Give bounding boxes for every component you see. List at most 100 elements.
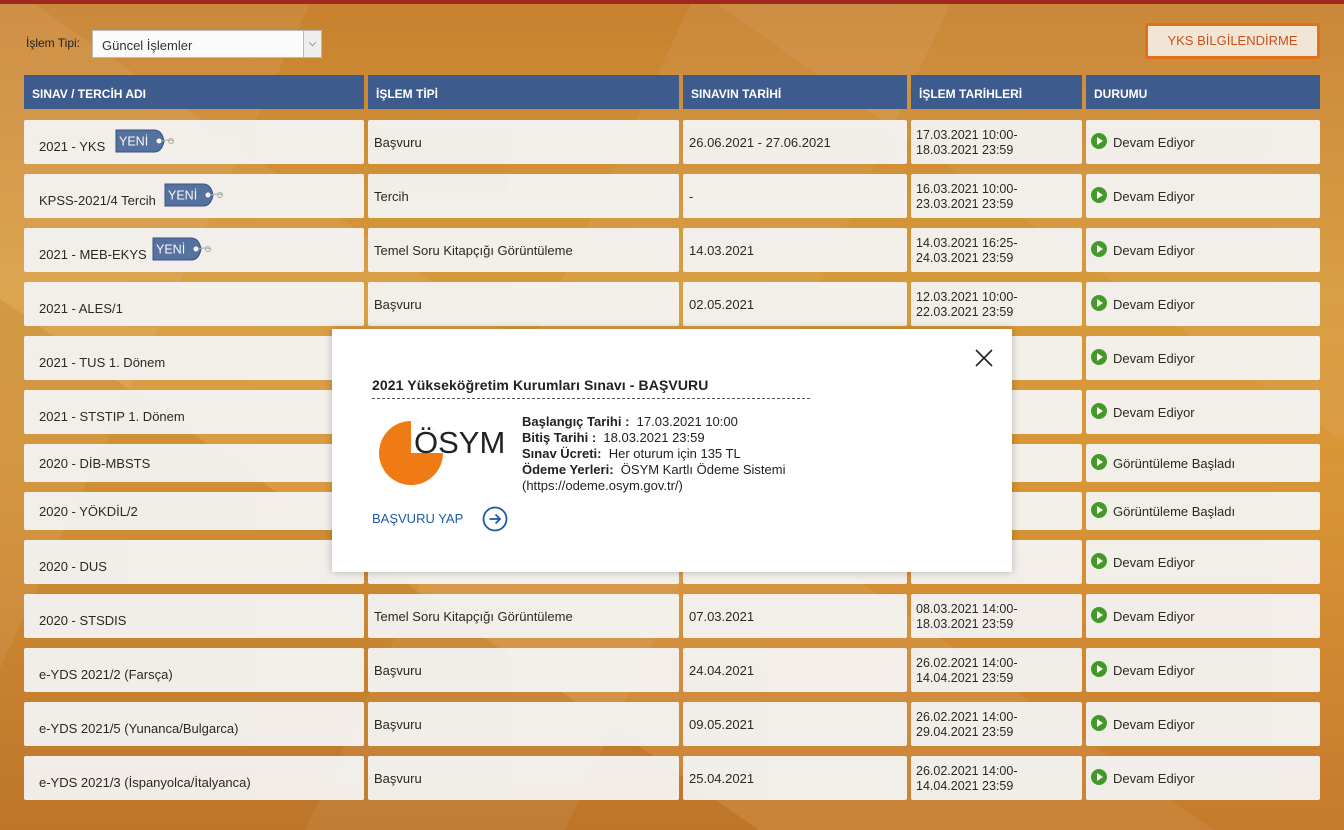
- exam-date-cell[interactable]: 07.03.2021: [683, 594, 907, 638]
- exam-name-cell[interactable]: 2020 - DİB-MBSTS: [24, 444, 364, 482]
- exam-name-cell[interactable]: 2021 - YKS YENİ: [24, 120, 364, 164]
- new-tag-icon: YENİ: [164, 183, 224, 207]
- status-text: Devam Ediyor: [1113, 771, 1195, 786]
- exam-name-cell[interactable]: 2020 - STSDIS: [24, 594, 364, 638]
- status-cell[interactable]: Devam Ediyor: [1086, 540, 1320, 584]
- new-badge-text: YENİ: [119, 135, 148, 149]
- status-cell[interactable]: Devam Ediyor: [1086, 594, 1320, 638]
- operation-start-date: 12.03.2021 10:00-: [916, 290, 1018, 304]
- start-value: 17.03.2021 10:00: [636, 414, 738, 429]
- column-header: İŞLEM TARİHLERİ: [911, 75, 1082, 109]
- exam-name-cell[interactable]: e-YDS 2021/2 (Farsça): [24, 648, 364, 692]
- status-cell[interactable]: Devam Ediyor: [1086, 174, 1320, 218]
- exam-date-text: 09.05.2021: [689, 717, 755, 732]
- status-cell[interactable]: Devam Ediyor: [1086, 336, 1320, 380]
- exam-date-cell[interactable]: 14.03.2021: [683, 228, 907, 272]
- status-cell[interactable]: Devam Ediyor: [1086, 228, 1320, 272]
- exam-name-cell[interactable]: 2021 - MEB-EKYS YENİ: [24, 228, 364, 272]
- exam-date-cell[interactable]: 25.04.2021: [683, 756, 907, 800]
- status-cell[interactable]: Görüntüleme Başladı: [1086, 444, 1320, 482]
- status-cell[interactable]: Devam Ediyor: [1086, 282, 1320, 326]
- exam-date-text: 07.03.2021: [689, 609, 755, 624]
- operation-type-text: Başvuru: [374, 663, 422, 678]
- play-circle-icon: [1091, 241, 1107, 257]
- new-badge-text: YENİ: [156, 243, 185, 257]
- exam-name-text: 2020 - STSDIS: [39, 613, 127, 628]
- operation-end-date: 18.03.2021 23:59: [916, 617, 1014, 631]
- operation-dates-cell[interactable]: 16.03.2021 10:00- 23.03.2021 23:59: [911, 174, 1082, 218]
- status-text: Devam Ediyor: [1113, 405, 1195, 420]
- fee-value: Her oturum için 135 TL: [608, 446, 741, 461]
- play-circle-icon: [1091, 349, 1107, 365]
- yks-info-button[interactable]: YKS BİLGİLENDİRME: [1145, 23, 1320, 59]
- end-label: Bitiş Tarihi :: [522, 430, 597, 445]
- modal-title: 2021 Yükseköğretim Kurumları Sınavı - BA…: [372, 377, 810, 399]
- play-circle-icon: [1091, 403, 1107, 419]
- operation-dates-cell[interactable]: 12.03.2021 10:00- 22.03.2021 23:59: [911, 282, 1082, 326]
- arrow-right-circle-icon[interactable]: [482, 506, 508, 532]
- exam-name-cell[interactable]: 2020 - DUS: [24, 540, 364, 584]
- new-tag-icon: YENİ: [152, 237, 212, 261]
- status-text: Görüntüleme Başladı: [1113, 504, 1236, 519]
- exam-name-cell[interactable]: KPSS-2021/4 Tercih YENİ: [24, 174, 364, 218]
- operation-type-text: Tercih: [374, 189, 409, 204]
- operation-dates-cell[interactable]: 17.03.2021 10:00- 18.03.2021 23:59: [911, 120, 1082, 164]
- exam-date-text: 26.06.2021 - 27.06.2021: [689, 135, 831, 150]
- apply-link[interactable]: BAŞVURU YAP: [372, 511, 463, 526]
- operation-type-cell[interactable]: Başvuru: [368, 120, 679, 164]
- play-circle-icon: [1091, 553, 1107, 569]
- status-cell[interactable]: Devam Ediyor: [1086, 120, 1320, 164]
- operation-start-date: 17.03.2021 10:00-: [916, 128, 1018, 142]
- exam-name-cell[interactable]: e-YDS 2021/3 (İspanyolca/İtalyanca): [24, 756, 364, 800]
- close-icon[interactable]: [974, 348, 994, 368]
- start-label: Başlangıç Tarihi :: [522, 414, 630, 429]
- operation-end-date: 29.04.2021 23:59: [916, 725, 1014, 739]
- column-header: SINAVIN TARİHİ: [683, 75, 907, 109]
- column-header: DURUMU: [1086, 75, 1320, 109]
- payment-value: ÖSYM Kartlı Ödeme Sistemi: [620, 462, 786, 477]
- operation-start-date: 26.02.2021 14:00-: [916, 710, 1018, 724]
- status-cell[interactable]: Devam Ediyor: [1086, 702, 1320, 746]
- operation-type-cell[interactable]: Tercih: [368, 174, 679, 218]
- status-text: Görüntüleme Başladı: [1113, 456, 1236, 471]
- exam-name-cell[interactable]: 2021 - TUS 1. Dönem: [24, 336, 364, 380]
- operation-dates-cell[interactable]: 26.02.2021 14:00- 14.04.2021 23:59: [911, 648, 1082, 692]
- operation-start-date: 14.03.2021 16:25-: [916, 236, 1018, 250]
- exam-date-cell[interactable]: -: [683, 174, 907, 218]
- exam-date-cell[interactable]: 09.05.2021: [683, 702, 907, 746]
- top-border: [0, 0, 1344, 4]
- exam-name-cell[interactable]: 2020 - YÖKDİL/2: [24, 492, 364, 530]
- chevron-down-icon[interactable]: ⌵: [303, 31, 321, 57]
- operation-type-cell[interactable]: Temel Soru Kitapçığı Görüntüleme: [368, 594, 679, 638]
- operation-type-cell[interactable]: Temel Soru Kitapçığı Görüntüleme: [368, 228, 679, 272]
- status-cell[interactable]: Devam Ediyor: [1086, 390, 1320, 434]
- operation-type-cell[interactable]: Başvuru: [368, 282, 679, 326]
- exam-date-cell[interactable]: 02.05.2021: [683, 282, 907, 326]
- exam-name-text: KPSS-2021/4 Tercih: [39, 193, 156, 208]
- operation-type-cell[interactable]: Başvuru: [368, 702, 679, 746]
- status-cell[interactable]: Görüntüleme Başladı: [1086, 492, 1320, 530]
- status-cell[interactable]: Devam Ediyor: [1086, 756, 1320, 800]
- exam-date-text: 14.03.2021: [689, 243, 755, 258]
- exam-name-cell[interactable]: e-YDS 2021/5 (Yunanca/Bulgarca): [24, 702, 364, 746]
- status-cell[interactable]: Devam Ediyor: [1086, 648, 1320, 692]
- operation-dates-cell[interactable]: 08.03.2021 14:00- 18.03.2021 23:59: [911, 594, 1082, 638]
- exam-name-text: 2020 - DİB-MBSTS: [39, 456, 151, 471]
- operation-end-date: 14.04.2021 23:59: [916, 779, 1014, 793]
- operation-type-select[interactable]: Güncel İşlemler ⌵: [92, 30, 322, 58]
- play-circle-icon: [1091, 187, 1107, 203]
- operation-start-date: 26.02.2021 14:00-: [916, 764, 1018, 778]
- exam-date-cell[interactable]: 24.04.2021: [683, 648, 907, 692]
- operation-dates-cell[interactable]: 14.03.2021 16:25- 24.03.2021 23:59: [911, 228, 1082, 272]
- exam-date-text: 02.05.2021: [689, 297, 755, 312]
- exam-name-cell[interactable]: 2021 - ALES/1: [24, 282, 364, 326]
- exam-date-cell[interactable]: 26.06.2021 - 27.06.2021: [683, 120, 907, 164]
- exam-name-cell[interactable]: 2021 - STSTIP 1. Dönem: [24, 390, 364, 434]
- exam-name-text: 2020 - YÖKDİL/2: [39, 504, 138, 519]
- status-text: Devam Ediyor: [1113, 189, 1195, 204]
- operation-dates-cell[interactable]: 26.02.2021 14:00- 14.04.2021 23:59: [911, 756, 1082, 800]
- operation-type-cell[interactable]: Başvuru: [368, 756, 679, 800]
- column-header: SINAV / TERCİH ADI: [24, 75, 364, 109]
- operation-type-cell[interactable]: Başvuru: [368, 648, 679, 692]
- operation-dates-cell[interactable]: 26.02.2021 14:00- 29.04.2021 23:59: [911, 702, 1082, 746]
